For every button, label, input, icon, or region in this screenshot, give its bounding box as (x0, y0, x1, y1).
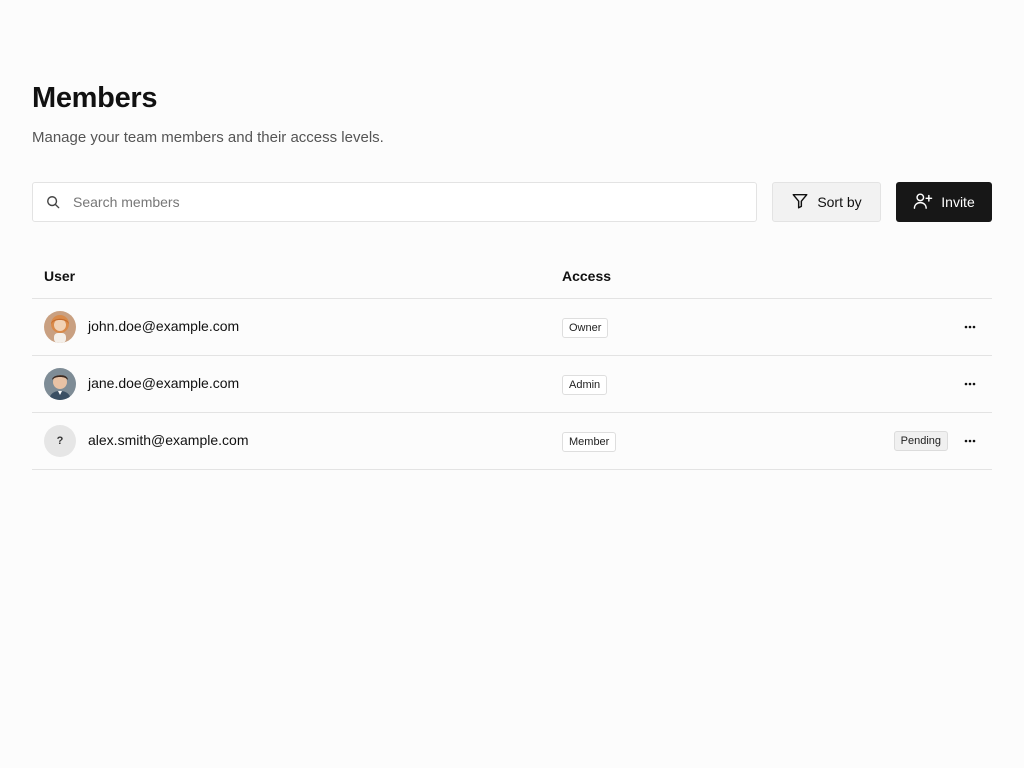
filter-icon (791, 192, 809, 213)
table-row: jane.doe@example.com Admin (32, 356, 992, 413)
invite-label: Invite (941, 194, 975, 210)
members-table: User Access john.doe@example.com Owner j… (32, 254, 992, 470)
search-box[interactable] (32, 182, 757, 222)
table-row: john.doe@example.com Owner (32, 299, 992, 356)
search-input[interactable] (73, 184, 733, 220)
avatar (44, 368, 76, 400)
column-header-user: User (44, 268, 76, 284)
member-email: john.doe@example.com (88, 318, 240, 334)
more-options-icon[interactable] (962, 376, 978, 392)
status-badge: Pending (893, 431, 948, 451)
more-options-icon[interactable] (962, 319, 978, 335)
member-email: jane.doe@example.com (88, 375, 240, 391)
toolbar: Sort by Invite (32, 182, 992, 222)
sort-by-label: Sort by (817, 194, 862, 210)
more-options-icon[interactable] (962, 433, 978, 449)
page-title: Members (32, 82, 158, 114)
invite-button[interactable]: Invite (896, 182, 992, 222)
column-header-access: Access (562, 268, 612, 284)
member-email: alex.smith@example.com (88, 432, 249, 448)
page-subtitle: Manage your team members and their acces… (32, 129, 384, 146)
role-badge: Member (562, 432, 617, 452)
sort-by-button[interactable]: Sort by (772, 182, 881, 222)
table-header: User Access (32, 254, 992, 299)
role-badge: Owner (562, 318, 609, 338)
avatar (44, 311, 76, 343)
table-row: ? alex.smith@example.com Member Pending (32, 413, 992, 470)
role-badge: Admin (562, 375, 608, 395)
user-plus-icon (913, 192, 933, 213)
avatar-placeholder: ? (44, 425, 76, 457)
search-icon (33, 195, 73, 209)
